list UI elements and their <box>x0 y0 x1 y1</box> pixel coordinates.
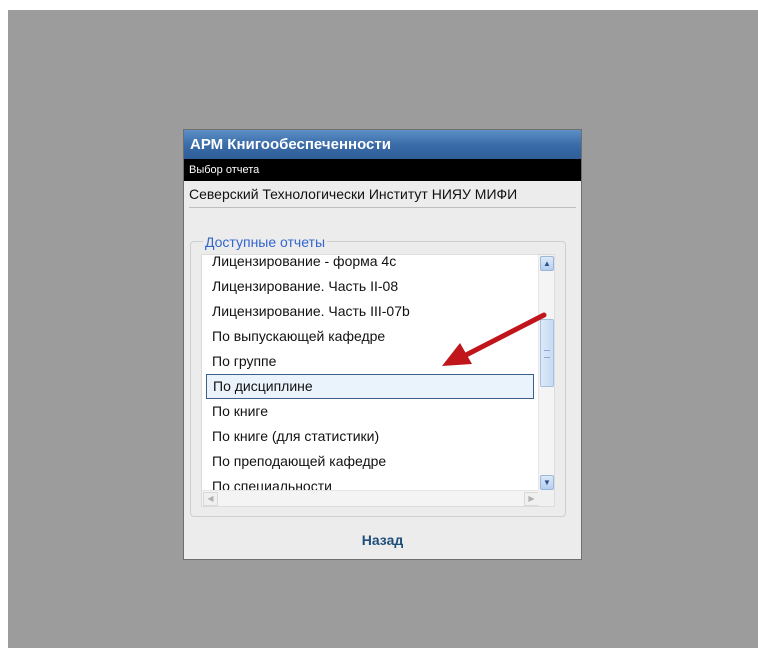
back-button[interactable]: Назад <box>184 532 581 548</box>
report-item-by-teaching-department[interactable]: По преподающей кафедре <box>202 449 540 474</box>
report-item-license-form-4c[interactable]: Лицензирование - форма 4с <box>202 255 540 274</box>
vertical-scrollbar[interactable]: ▲ ▼ <box>538 255 554 491</box>
chevron-left-icon[interactable]: ◀ <box>203 492 218 506</box>
section-header: Выбор отчета <box>184 159 581 181</box>
organization-name: Северский Технологически Институт НИЯУ М… <box>189 186 518 202</box>
divider <box>189 207 576 208</box>
reports-listbox[interactable]: Лицензирование - форма 4с Лицензирование… <box>201 254 555 507</box>
available-reports-legend: Доступные отчеты <box>203 234 328 250</box>
chevron-right-icon[interactable]: ▶ <box>524 492 539 506</box>
report-item-by-book-statistics[interactable]: По книге (для статистики) <box>202 424 540 449</box>
report-item-license-part-2-08[interactable]: Лицензирование. Часть II-08 <box>202 274 540 299</box>
scrollbar-corner <box>538 490 554 506</box>
red-arrow-icon <box>442 312 547 366</box>
app-title-bar: АРМ Книгообеспеченности <box>184 130 581 159</box>
section-title: Выбор отчета <box>189 164 260 176</box>
report-item-by-book[interactable]: По книге <box>202 399 540 424</box>
app-title: АРМ Книгообеспеченности <box>190 136 391 153</box>
reports-list: Лицензирование - форма 4с Лицензирование… <box>202 255 540 499</box>
available-reports-group: Доступные отчеты Лицензирование - форма … <box>190 234 566 517</box>
horizontal-scrollbar[interactable]: ◀ ▶ <box>202 490 540 506</box>
report-item-by-discipline[interactable]: По дисциплине <box>206 374 534 399</box>
chevron-down-icon[interactable]: ▼ <box>540 475 554 490</box>
chevron-up-icon[interactable]: ▲ <box>540 256 554 271</box>
